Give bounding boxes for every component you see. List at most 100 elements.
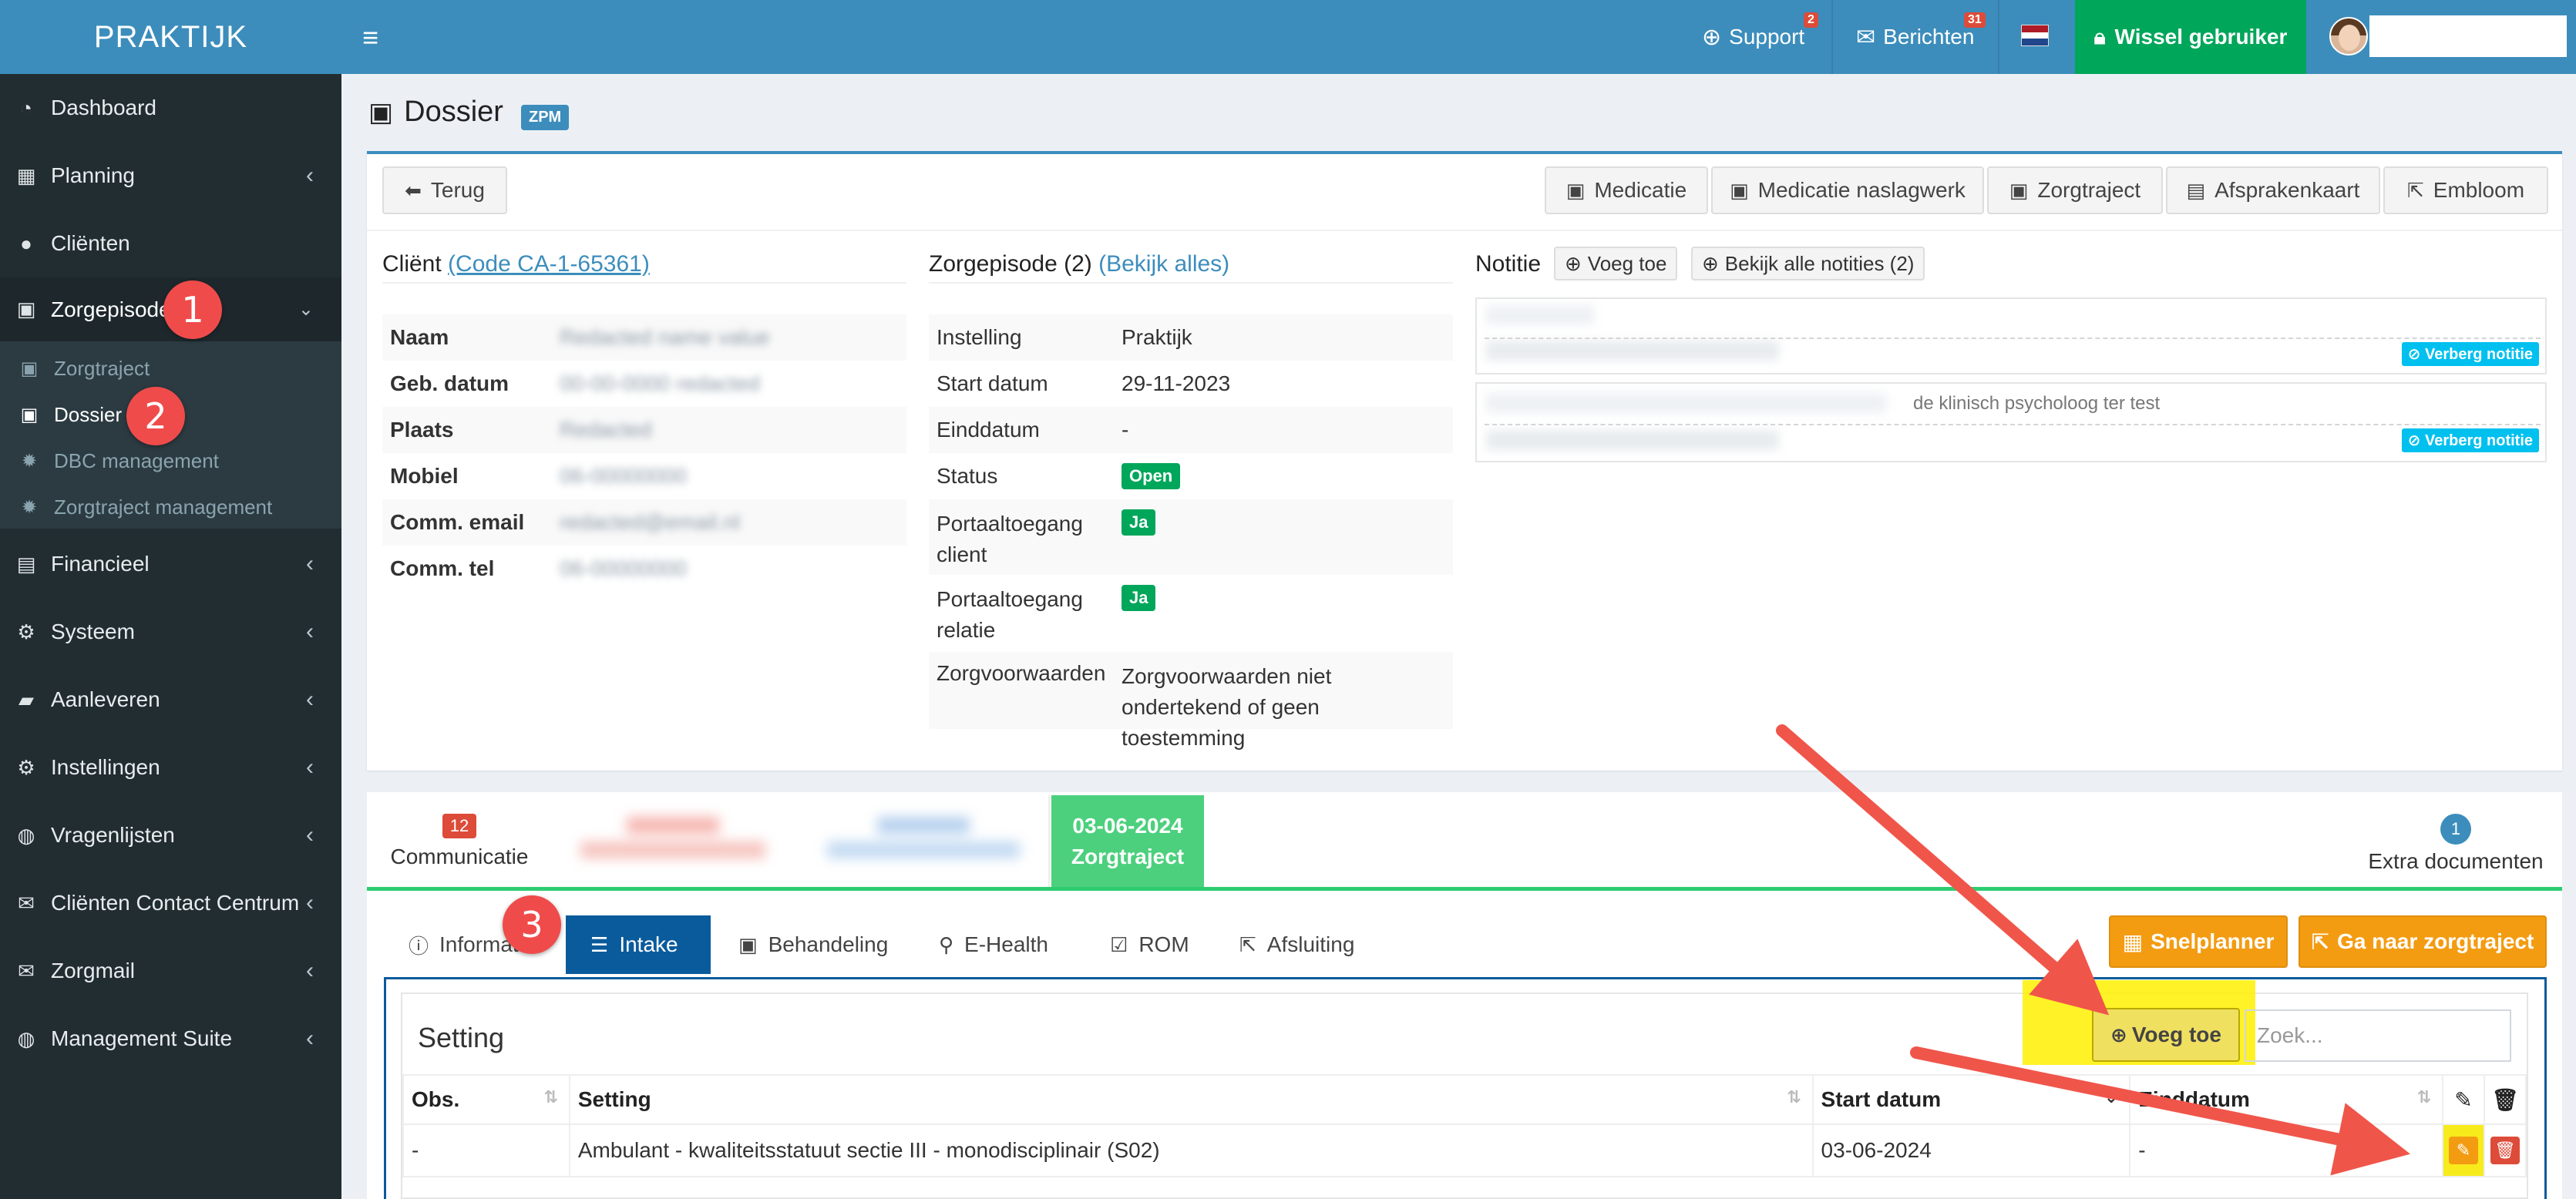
medkit-icon: ▣ (1730, 178, 1749, 202)
sidebar-subitem-dbc-management[interactable]: ✹ DBC management (0, 445, 341, 476)
episode-view-all-link[interactable]: (Bekijk alles) (1098, 251, 1229, 277)
client-code-link[interactable]: (Code CA-1-65361) (448, 251, 650, 277)
chevron-left-icon: ‹ (306, 1026, 314, 1051)
sidebar-subitem-zorgtraject[interactable]: ▣ Zorgtraject (0, 353, 341, 384)
note-card: de klinisch psycholoog ter test ⊘ Verber… (1475, 382, 2547, 462)
tab-rom[interactable]: ☑ ROM (1110, 915, 1189, 974)
sidebar-item-management-suite[interactable]: ◍ Management Suite ‹ (0, 1005, 341, 1073)
column-header-start-datum[interactable]: Start datum ⌄ (1811, 1074, 2131, 1125)
divider (1048, 795, 1050, 888)
status-badge: Open (1122, 463, 1181, 489)
sidebar-item-instellingen[interactable]: ⚙ Instellingen ‹ (0, 734, 341, 801)
episode-row: Instelling Praktijk (929, 314, 1453, 361)
snelplanner-button[interactable]: ▦ Snelplanner (2109, 915, 2288, 968)
dutch-flag-icon[interactable] (2021, 25, 2049, 46)
edit-button[interactable]: ✎ (2449, 1137, 2478, 1164)
back-button[interactable]: ⬅ Terug (382, 166, 507, 214)
setting-table: Obs. ⇅ Setting ⇅ Start datum ⌄ Einddatum ⇅ ✎… (402, 1074, 2527, 1177)
client-row: Comm. tel 06-00000000 (390, 556, 688, 580)
hide-note-button[interactable]: ⊘ Verberg notitie (2401, 342, 2539, 366)
delete-button[interactable]: 🗑︎ (2490, 1137, 2520, 1164)
divider (1831, 0, 1833, 74)
check-circle-icon: ⊘ (2407, 346, 2425, 363)
client-row: Geb. datum 00-00-0000 redacted (390, 371, 760, 395)
tab-communicatie[interactable]: 12 Communicatie (382, 812, 536, 869)
tab-extra-documenten[interactable]: 1 Extra documenten (2363, 814, 2548, 874)
globe-icon: ◍ (17, 823, 35, 847)
support-link[interactable]: ⊕ Support (1702, 0, 1804, 74)
bicycle-icon: ⚲ (939, 932, 954, 956)
messages-link[interactable]: ✉ Berichten (1856, 0, 1974, 74)
client-row: Plaats Redacted (382, 407, 906, 453)
app-logo[interactable]: PRAKTIJK (0, 0, 341, 74)
sidebar-item-clienten[interactable]: ● Cliënten (0, 210, 341, 277)
column-header-einddatum[interactable]: Einddatum ⇅ (2129, 1074, 2444, 1125)
external-link-icon: ⇱ (1239, 932, 1256, 956)
column-header-obs[interactable]: Obs. ⇅ (402, 1074, 570, 1125)
dashboard-icon: ◔ (20, 96, 32, 119)
tab-zorgtraject-active[interactable]: 03-06-2024 Zorgtraject (1051, 795, 1204, 889)
episode-row: Start datum 29-11-2023 (937, 371, 1231, 395)
check-square-icon: ☑ (1110, 932, 1128, 956)
embloom-button[interactable]: ⇱ Embloom (2383, 166, 2548, 214)
chevron-left-icon: ‹ (306, 822, 314, 848)
go-to-care-track-button[interactable]: ⇱ Ga naar zorgtraject (2299, 915, 2547, 968)
sort-icon: ⇅ (543, 1087, 558, 1107)
tab-underline (367, 887, 2562, 891)
chevron-left-icon: ‹ (306, 619, 314, 644)
sidebar-item-zorgmail[interactable]: ✉ Zorgmail ‹ (0, 937, 341, 1005)
chevron-left-icon: ‹ (306, 163, 314, 188)
appointment-card-button[interactable]: ▤ Afsprakenkaart (2166, 166, 2380, 214)
hide-note-button[interactable]: ⊘ Verberg notitie (2401, 428, 2539, 452)
arrow-circle-up-icon: ⊕ (1702, 251, 1719, 275)
medkit-icon: ▣ (20, 358, 39, 379)
check-circle-icon: ⊘ (2407, 432, 2425, 449)
client-title: Cliënt (Code CA-1-65361) (382, 251, 650, 277)
sidebar-subitem-zorgtraject-management[interactable]: ✹ Zorgtraject management (0, 492, 341, 522)
sidebar-item-vragenlijsten[interactable]: ◍ Vragenlijsten ‹ (0, 801, 341, 869)
medkit-icon: ▣ (1565, 178, 1586, 202)
medkit-icon: ▣ (738, 932, 758, 956)
sidebar-item-financieel[interactable]: ▤ Financieel ‹ (0, 530, 341, 598)
annotation-marker-1: 1 (163, 280, 222, 339)
chevron-down-icon: ⌄ (298, 299, 314, 320)
envelope-icon: ✉ (18, 891, 35, 915)
medication-button[interactable]: ▣ Medicatie (1545, 166, 1708, 214)
switch-user-button[interactable]: 🔒︎ Wissel gebruiker (2075, 0, 2306, 74)
setting-title: Setting (418, 1022, 505, 1053)
column-header-setting[interactable]: Setting ⇅ (568, 1074, 1814, 1125)
medication-reference-button[interactable]: ▣ Medicatie naslagwerk (1711, 166, 1984, 214)
table-row: - Ambulant - kwaliteitsstatuut sectie II… (402, 1123, 2527, 1177)
sidebar-item-systeem[interactable]: ⚙ Systeem ‹ (0, 598, 341, 666)
medkit-icon: ▣ (2009, 178, 2029, 202)
table-header-row: Obs. ⇅ Setting ⇅ Start datum ⌄ Einddatum ⇅ ✎… (402, 1074, 2527, 1125)
add-setting-button[interactable]: ⊕ Voeg toe (2092, 1008, 2240, 1062)
messages-badge: 31 (1964, 12, 1986, 28)
sidebar-item-planning[interactable]: ▦ Planning ‹ (0, 142, 341, 210)
menu-toggle-icon[interactable]: ≡ (362, 22, 378, 54)
sidebar-item-dashboard[interactable]: ◔ Dashboard (0, 74, 341, 142)
chevron-left-icon: ‹ (306, 687, 314, 712)
sidebar-item-aanleveren[interactable]: ▰ Aanleveren ‹ (0, 666, 341, 734)
tab-afsluiting[interactable]: ⇱ Afsluiting (1239, 915, 1354, 974)
episode-row: Einddatum - (929, 407, 1453, 453)
client-row: Comm. email redacted@email.nl (382, 499, 906, 546)
divider (367, 230, 2562, 231)
tab-intake[interactable]: ☰ Intake (566, 915, 711, 974)
blurred-tab[interactable] (816, 812, 1031, 871)
sidebar-item-clienten-contact-centrum[interactable]: ✉ Cliënten Contact Centrum ‹ (0, 869, 341, 937)
tab-e-health[interactable]: ⚲ E-Health (939, 915, 1048, 974)
page-title: ▣ Dossier (368, 96, 503, 128)
tab-behandeling[interactable]: ▣ Behandeling (738, 915, 888, 974)
care-track-button[interactable]: ▣ Zorgtraject (1987, 166, 2163, 214)
blurred-tab[interactable] (569, 812, 777, 871)
add-note-button[interactable]: ⊕ Voeg toe (1554, 247, 1678, 280)
user-name-box[interactable] (2369, 15, 2567, 57)
avatar[interactable] (2329, 17, 2368, 55)
search-input[interactable]: Zoek... (2245, 1009, 2511, 1062)
external-link-icon: ⇱ (2311, 929, 2330, 954)
view-all-notes-button[interactable]: ⊕ Bekijk alle notities (2) (1691, 247, 1925, 280)
plus-circle-icon: ⊕ (2110, 1023, 2127, 1046)
sort-desc-icon: ⌄ (2104, 1087, 2119, 1107)
gear-icon: ✹ (21, 450, 38, 472)
